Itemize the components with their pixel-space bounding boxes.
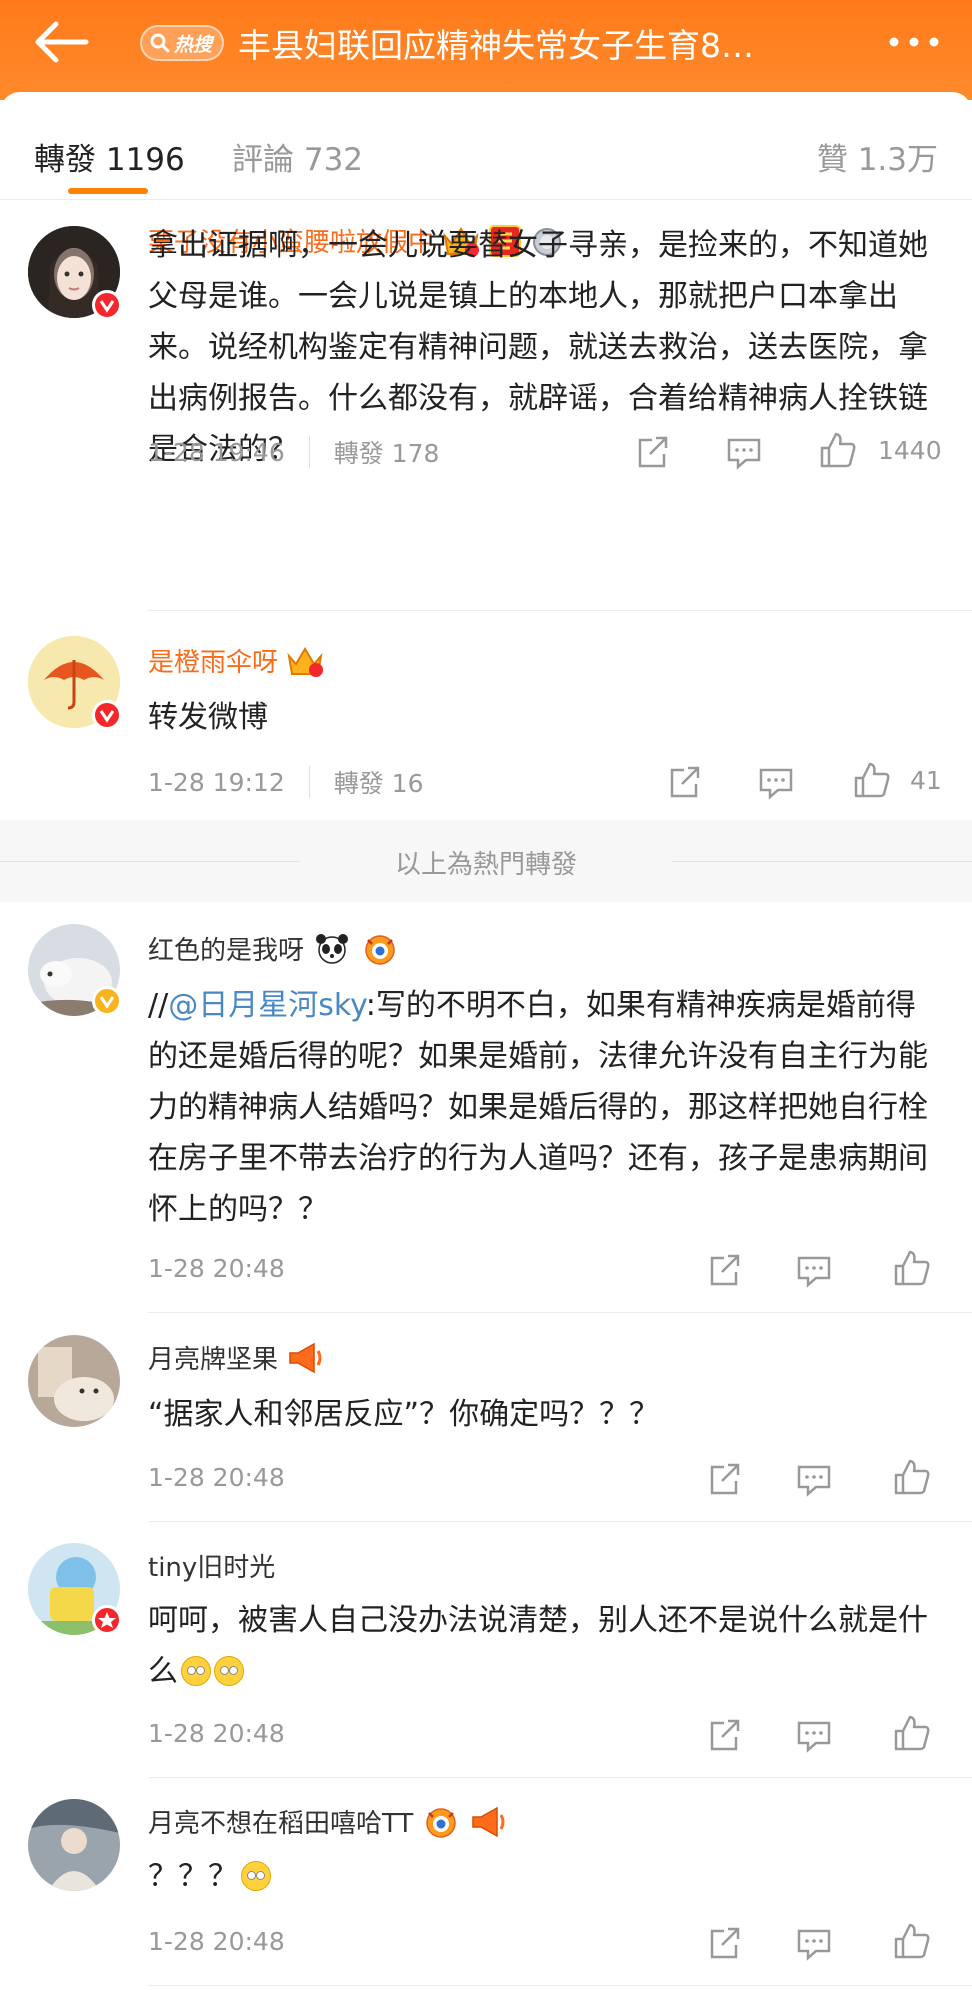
tab-repost[interactable]: 轉發 1196 xyxy=(34,134,185,179)
comment-icon[interactable] xyxy=(794,1459,834,1499)
username[interactable]: 月亮不想在稻田嘻哈TT xyxy=(148,1803,509,1840)
username-text: tiny旧时光 xyxy=(148,1553,276,1583)
username-text: 红色的是我呀 xyxy=(148,936,305,966)
eye-roll-emoji-icon xyxy=(181,1656,211,1686)
post-time: 1-28 20:48 xyxy=(148,1254,285,1283)
username[interactable]: 月亮牌坚果 xyxy=(148,1339,326,1376)
avatar[interactable] xyxy=(28,1335,120,1427)
post-text: //@日月星河sky:写的不明不白，如果有精神疾病是婚前得的还是婚后得的呢？如果… xyxy=(148,980,944,1235)
megaphone-icon xyxy=(472,1806,505,1837)
vip-crown-icon xyxy=(287,646,324,677)
title-area[interactable]: 热搜 丰县妇联回应精神失常女子生育8… xyxy=(140,20,754,66)
meta-separator xyxy=(308,436,310,468)
post-time: 1-28 19:12 xyxy=(148,767,285,797)
verified-badge-icon xyxy=(92,986,122,1016)
like-icon[interactable] xyxy=(892,1457,932,1497)
avatar[interactable] xyxy=(28,1799,120,1891)
username[interactable]: 是橙雨伞呀 xyxy=(148,642,324,679)
post-meta: 1-28 19:46 轉發 178 xyxy=(148,434,439,470)
like-icon[interactable] xyxy=(852,760,892,800)
avatar-photo-icon xyxy=(28,1799,120,1891)
megaphone-icon xyxy=(289,1342,322,1373)
hot-search-label: 热搜 xyxy=(174,33,213,56)
post-meta: 1-28 20:48 xyxy=(148,1927,285,1956)
member-badge-icon xyxy=(92,1605,122,1635)
comment-icon[interactable] xyxy=(794,1250,834,1290)
avatar-cat-icon xyxy=(28,1335,120,1427)
post-time: 1-28 20:48 xyxy=(148,1719,285,1748)
share-icon[interactable] xyxy=(704,1715,744,1755)
share-icon[interactable] xyxy=(664,762,704,802)
username-text: 月亮不想在稻田嘻哈TT xyxy=(148,1809,414,1839)
comment-icon[interactable] xyxy=(756,762,796,802)
tiger-icon xyxy=(426,1807,457,1838)
back-arrow-icon[interactable] xyxy=(28,18,92,66)
share-icon[interactable] xyxy=(704,1923,744,1963)
like-icon[interactable] xyxy=(892,1713,932,1753)
comment-icon[interactable] xyxy=(794,1923,834,1963)
sheet-top xyxy=(0,92,972,116)
share-icon[interactable] xyxy=(704,1250,744,1290)
meta-separator xyxy=(308,766,310,798)
like-icon[interactable] xyxy=(892,1248,932,1288)
divider xyxy=(148,610,972,611)
tiger-icon xyxy=(365,934,395,965)
post-meta: 1-28 19:12 轉發 16 xyxy=(148,764,424,800)
divider xyxy=(148,1312,972,1313)
username-text: 月亮牌坚果 xyxy=(148,1345,279,1375)
post-meta: 1-28 20:48 xyxy=(148,1254,285,1283)
page-title: 丰县妇联回应精神失常女子生育8… xyxy=(238,26,755,65)
tab-bar: 轉發 1196 評論 732 贊 1.3万 xyxy=(0,116,972,200)
like-count: 41 xyxy=(910,766,942,795)
share-icon[interactable] xyxy=(704,1459,744,1499)
repost-count[interactable]: 轉發 16 xyxy=(334,764,424,800)
post-text-body: ？？？ xyxy=(148,1859,238,1894)
divider xyxy=(148,1985,972,1986)
post-text: 呵呵，被害人自己没办法说清楚，别人还不是说什么就是什么 xyxy=(148,1595,944,1697)
post-time: 1-28 20:48 xyxy=(148,1927,285,1956)
post-text: “据家人和邻居反应”？你确定吗？？？ xyxy=(148,1397,660,1432)
comment-icon[interactable] xyxy=(794,1715,834,1755)
username-text: 是橙雨伞呀 xyxy=(148,648,279,678)
divider xyxy=(148,1521,972,1522)
more-options-icon[interactable] xyxy=(886,22,942,62)
post-text: 转发微博 xyxy=(148,700,268,735)
repost-count[interactable]: 轉發 178 xyxy=(334,434,440,470)
eye-roll-emoji-icon xyxy=(214,1656,244,1686)
post-meta: 1-28 20:48 xyxy=(148,1463,285,1492)
tab-like[interactable]: 贊 1.3万 xyxy=(817,134,938,179)
divider xyxy=(148,1777,972,1778)
panda-icon xyxy=(316,933,349,964)
user-mention-link[interactable]: @日月星河sky xyxy=(168,988,366,1023)
tab-comment[interactable]: 評論 732 xyxy=(232,134,363,179)
share-icon[interactable] xyxy=(632,432,672,472)
hot-search-pill[interactable]: 热搜 xyxy=(140,25,225,61)
hot-reposts-separator: 以上為熱門轉發 xyxy=(0,820,972,902)
quote-prefix: // xyxy=(148,988,169,1023)
username[interactable]: 红色的是我呀 xyxy=(148,930,400,967)
search-icon xyxy=(150,33,170,53)
separator-label: 以上為熱門轉發 xyxy=(394,850,577,880)
like-icon[interactable] xyxy=(892,1921,932,1961)
post-text-body: :写的不明不白，如果有精神疾病是婚前得的还是婚后得的呢？如果是婚前，法律允许没有… xyxy=(148,988,928,1227)
verified-badge-icon xyxy=(92,290,122,320)
post-time: 1-28 20:48 xyxy=(148,1463,285,1492)
post-text-body: 呵呵，被害人自己没办法说清楚，别人还不是说什么就是什么 xyxy=(148,1603,928,1689)
post-meta: 1-28 20:48 xyxy=(148,1719,285,1748)
comment-icon[interactable] xyxy=(724,432,764,472)
verified-badge-icon xyxy=(92,700,122,730)
post-time: 1-28 19:46 xyxy=(148,437,285,467)
like-icon[interactable] xyxy=(818,430,858,470)
active-tab-indicator xyxy=(68,188,148,194)
like-count: 1440 xyxy=(878,436,942,465)
top-bar: 热搜 丰县妇联回应精神失常女子生育8… xyxy=(0,0,972,100)
crying-emoji-icon xyxy=(241,1861,271,1891)
post-text: ？？？ xyxy=(148,1851,944,1902)
username[interactable]: tiny旧时光 xyxy=(148,1547,275,1584)
